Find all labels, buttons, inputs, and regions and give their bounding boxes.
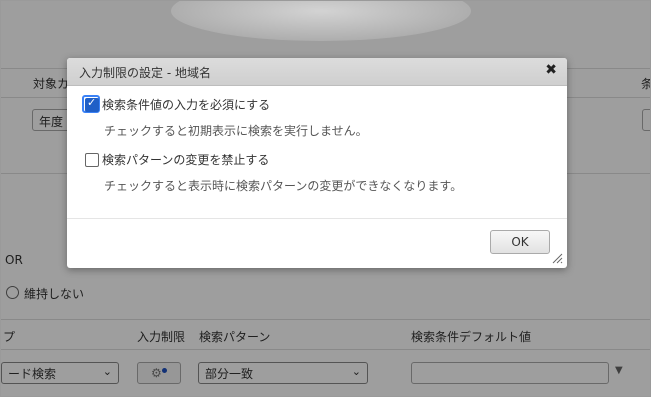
lock-pattern-checkbox[interactable] [85, 153, 99, 167]
window-frame: 対象カ 条 年度 OR 維持しない プ 入力制限 検索パターン 検索条件デフォル… [0, 0, 651, 397]
input-restriction-dialog: 入力制限の設定 - 地域名 ✖ 検索条件値の入力を必須にする チェックすると初期… [67, 58, 567, 268]
ok-button[interactable]: OK [490, 230, 550, 254]
require-input-checkbox[interactable] [85, 96, 99, 112]
resize-grip-icon[interactable] [551, 252, 563, 264]
require-input-description: チェックすると初期表示に検索を実行しません。 [104, 124, 368, 138]
close-icon[interactable]: ✖ [545, 62, 557, 78]
lock-pattern-label: 検索パターンの変更を禁止する [102, 153, 270, 167]
lock-pattern-description: チェックすると表示時に検索パターンの変更ができなくなります。 [104, 179, 463, 193]
dialog-footer-divider [67, 218, 567, 219]
dialog-title: 入力制限の設定 - 地域名 [79, 66, 211, 80]
dialog-titlebar[interactable]: 入力制限の設定 - 地域名 ✖ [67, 58, 567, 86]
require-input-label: 検索条件値の入力を必須にする [102, 98, 271, 112]
